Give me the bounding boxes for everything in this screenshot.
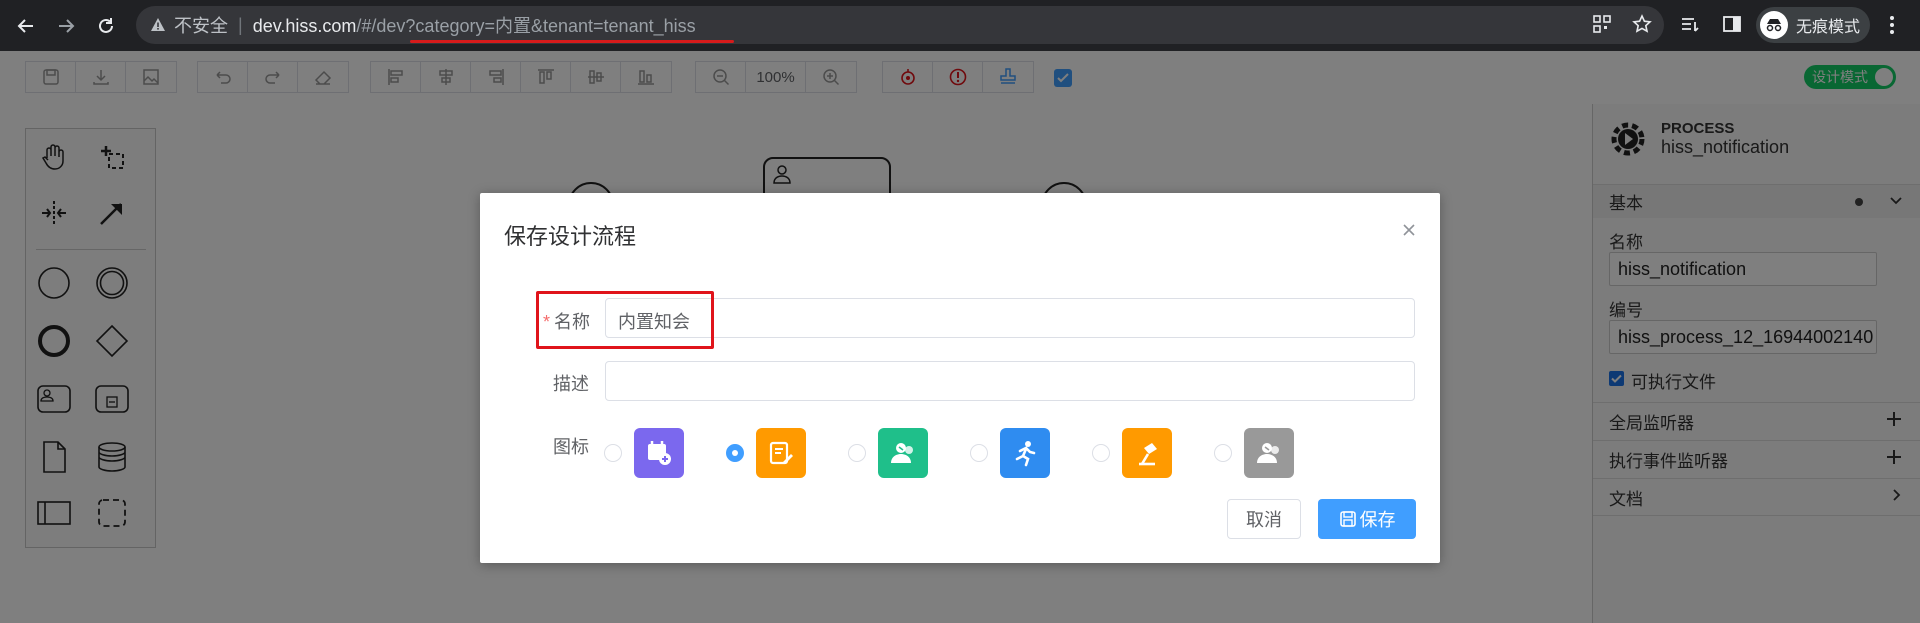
cancel-button[interactable]: 取消 — [1227, 499, 1301, 539]
form-edit-icon[interactable] — [756, 428, 806, 478]
cancel-label: 取消 — [1246, 510, 1282, 530]
address-bar[interactable]: 不安全 | dev.hiss.com/#/dev?category=内置&ten… — [136, 6, 1664, 44]
save-design-dialog: 保存设计流程 * 名称 内置知会 描述 图标 取消 保存 — [480, 193, 1440, 563]
desc-form-label: 描述 — [553, 374, 589, 394]
runner-icon[interactable] — [1000, 428, 1050, 478]
url-underline-annotation — [410, 40, 734, 43]
incognito-icon — [1760, 11, 1788, 39]
save-button[interactable]: 保存 — [1318, 499, 1416, 539]
icon-radio-4[interactable] — [970, 444, 988, 462]
star-icon[interactable] — [1632, 14, 1654, 36]
lamp-icon[interactable] — [1122, 428, 1172, 478]
back-icon[interactable] — [12, 12, 40, 40]
dialog-title: 保存设计流程 — [504, 224, 637, 249]
icon-radio-3[interactable] — [848, 444, 866, 462]
side-panel-icon[interactable] — [1722, 14, 1744, 36]
user-group-gray-icon[interactable] — [1244, 428, 1294, 478]
calendar-add-icon[interactable] — [634, 428, 684, 478]
menu-icon[interactable] — [1884, 14, 1900, 36]
icon-radio-5[interactable] — [1092, 444, 1110, 462]
close-icon[interactable] — [1400, 221, 1418, 239]
incognito-label: 无痕模式 — [1796, 19, 1861, 36]
name-highlight-annotation — [536, 291, 714, 349]
icon-radio-1[interactable] — [604, 444, 622, 462]
url-host: dev.hiss.com — [252, 16, 357, 36]
warning-icon — [150, 17, 166, 33]
qr-icon[interactable] — [1592, 14, 1614, 36]
url-path: /#/dev?category=内置&tenant=tenant_hiss — [356, 16, 696, 36]
save-label: 保存 — [1359, 510, 1396, 530]
icon-form-label: 图标 — [553, 437, 589, 457]
browser-chrome: 不安全 | dev.hiss.com/#/dev?category=内置&ten… — [0, 0, 1920, 51]
name-input[interactable]: 内置知会 — [605, 298, 1415, 338]
user-group-icon[interactable] — [878, 428, 928, 478]
url-text: dev.hiss.com/#/dev?category=内置&tenant=te… — [253, 12, 696, 38]
reload-icon[interactable] — [92, 12, 120, 40]
incognito-badge[interactable]: 无痕模式 — [1756, 7, 1870, 43]
icon-radio-6[interactable] — [1214, 444, 1232, 462]
security-label: 不安全 — [174, 16, 228, 36]
icon-radio-2[interactable] — [726, 444, 744, 462]
description-input[interactable] — [605, 361, 1415, 401]
forward-icon[interactable] — [52, 12, 80, 40]
save-icon — [1339, 510, 1357, 528]
reading-list-icon[interactable] — [1680, 14, 1702, 36]
